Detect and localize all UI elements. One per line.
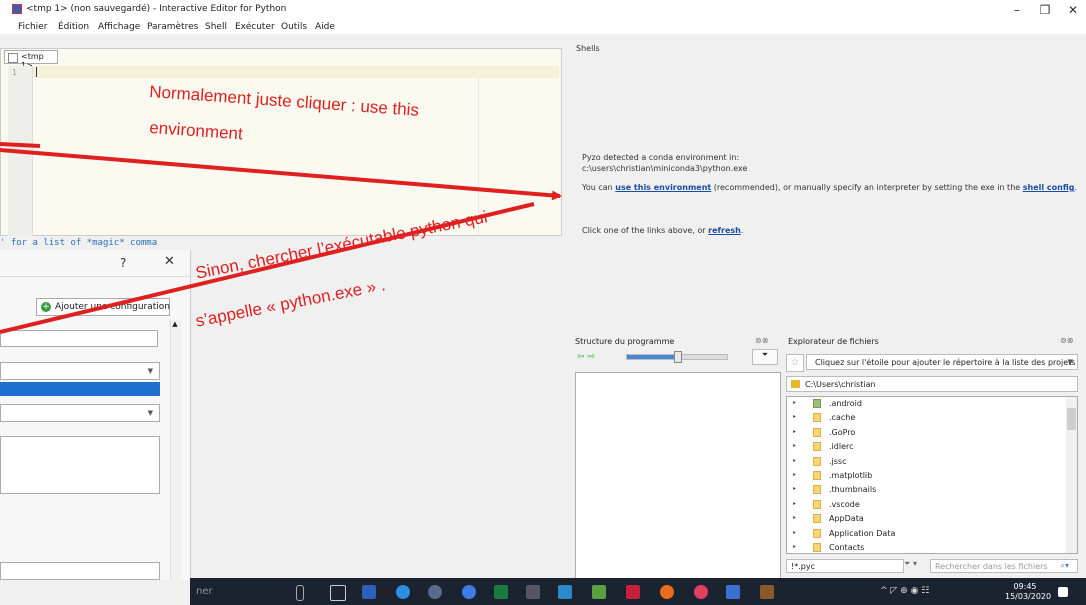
arrow-tail-1 <box>0 142 41 148</box>
arrow-to-use-env <box>0 148 562 201</box>
